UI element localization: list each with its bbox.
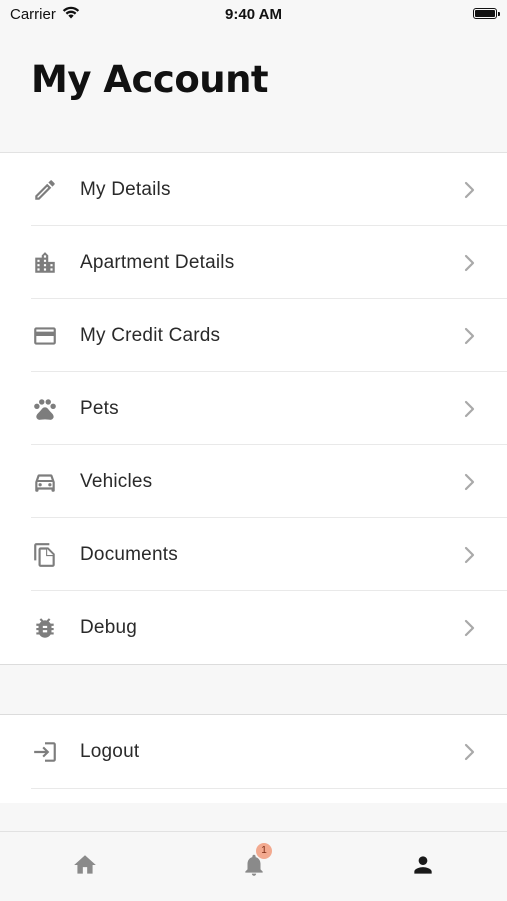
status-bar: Carrier 9:40 AM [0,0,507,28]
credit-card-icon [31,322,59,350]
status-time: 9:40 AM [225,6,282,23]
menu-list: My Details Apartment Details My Credit C… [0,153,507,665]
menu-item-label: Pets [80,397,119,419]
menu-item-label: Debug [80,616,137,638]
car-icon [31,468,59,496]
tab-bar: 1 [0,831,507,901]
header: My Account [0,28,507,153]
person-icon [410,852,436,883]
menu-item-label: Vehicles [80,470,153,492]
section-spacer [0,666,507,714]
menu-item-my-details[interactable]: My Details [0,153,507,226]
paw-icon [31,395,59,423]
chevron-right-icon [464,619,475,636]
tab-account[interactable] [403,850,443,884]
tab-home[interactable] [65,850,105,884]
menu-item-pets[interactable]: Pets [0,372,507,445]
page-title: My Account [31,58,269,101]
menu-item-label: Logout [80,741,140,762]
menu-item-documents[interactable]: Documents [0,518,507,591]
home-icon [72,852,98,883]
pencil-icon [31,176,59,204]
chevron-right-icon [464,400,475,417]
menu-item-label: Documents [80,543,178,565]
menu-item-label: My Details [80,178,171,200]
menu-item-my-credit-cards[interactable]: My Credit Cards [0,299,507,372]
menu-item-label: Apartment Details [80,251,235,273]
chevron-right-icon [464,743,475,761]
logout-section: Logout [0,714,507,803]
menu-item-label: My Credit Cards [80,324,221,346]
building-icon [31,249,59,277]
menu-item-logout[interactable]: Logout [0,715,507,789]
menu-item-debug[interactable]: Debug [0,591,507,664]
chevron-right-icon [464,254,475,271]
battery-icon [473,8,500,19]
bug-icon [31,614,59,642]
tab-notifications[interactable]: 1 [234,843,274,884]
chevron-right-icon [464,473,475,490]
notification-badge: 1 [256,843,272,859]
login-arrow-icon [31,738,59,766]
chevron-right-icon [464,327,475,344]
documents-icon [31,541,59,569]
menu-item-vehicles[interactable]: Vehicles [0,445,507,518]
chevron-right-icon [464,181,475,198]
chevron-right-icon [464,546,475,563]
menu-item-apartment-details[interactable]: Apartment Details [0,226,507,299]
